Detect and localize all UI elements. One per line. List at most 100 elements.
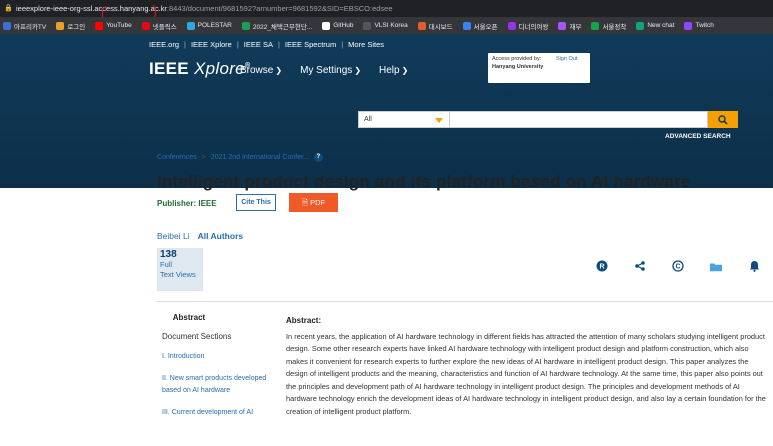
folder-icon[interactable] [710, 260, 722, 272]
abstract-heading: Abstract: [286, 316, 322, 325]
nav-help[interactable]: Help ❯ [379, 65, 408, 76]
bookmark-item[interactable]: 로그인 [56, 21, 85, 31]
bookmark-item[interactable]: New chat [636, 21, 675, 30]
bookmark-label: New chat [647, 22, 675, 29]
section-link-current-development[interactable]: III. Current development of AI [157, 407, 273, 419]
bookmarks-bar: 아프리카TV 로그인 YouTube 넷플릭스 POLESTAR 2022_채택근무현단.… [0, 17, 773, 34]
publisher-name: IEEE [198, 199, 217, 208]
topnav-separator: | [184, 40, 186, 49]
bookmark-item[interactable]: 디너의여왕 [507, 21, 549, 31]
topnav-separator: | [341, 40, 344, 49]
access-institution: Hanyang University [492, 64, 544, 70]
svg-text:R: R [599, 264, 604, 271]
author-link[interactable]: Beibei Li [157, 231, 190, 241]
bookmark-item[interactable]: Twitch [684, 21, 714, 30]
abstract-text: In recent years, the application of AI h… [286, 331, 766, 416]
help-icon[interactable]: ? [313, 153, 323, 162]
bookmark-label: 로그인 [67, 23, 86, 31]
topnav-link[interactable]: More Sites [348, 40, 384, 49]
twitch-icon [684, 21, 693, 30]
access-provided-box: Access provided by: Hanyang University S… [488, 53, 590, 83]
section-link-introduction[interactable]: I. Introduction [157, 351, 273, 363]
alert-bell-icon[interactable] [748, 260, 760, 272]
search-scope-select[interactable]: All [358, 111, 450, 128]
bookmark-label: Twitch [695, 22, 714, 29]
document-sections-nav: Abstract Document Sections I. Introducti… [157, 313, 273, 429]
topnav-link[interactable]: IEEE Xplore [191, 40, 232, 49]
netflix-icon [141, 21, 150, 30]
bookmark-item[interactable]: 서울오픈 [462, 21, 498, 31]
abstract-tab[interactable]: Abstract [157, 313, 221, 322]
seoul-icon [462, 21, 471, 30]
afreeca-icon [3, 21, 11, 30]
views-count: 138 [160, 249, 177, 260]
nav-my-settings[interactable]: My Settings ❯ [300, 65, 361, 76]
cite-this-button[interactable]: Cite This [236, 194, 276, 211]
breadcrumb-conference[interactable]: 2021 2nd International Confer... [211, 154, 309, 161]
jaebu-icon [558, 21, 567, 30]
url-host: ieeexplore-ieee-org-ssl.access.hanyang.a… [16, 4, 167, 13]
bookmark-label: VLSI Korea [374, 22, 408, 29]
copyright-icon[interactable]: C [672, 260, 684, 272]
section-divider [157, 301, 773, 302]
bookmark-item[interactable]: 넷플릭스 [141, 21, 177, 31]
nav-browse-label: Browse [240, 65, 274, 76]
topnav-link[interactable]: IEEE Spectrum [285, 40, 336, 49]
dashboard-icon [417, 21, 426, 30]
chevron-down-icon: ❯ [354, 66, 362, 75]
logo-xplore: Xplore [193, 59, 245, 78]
chevron-down-icon: ❯ [275, 66, 283, 75]
bookmark-label: 디너의여왕 [518, 23, 549, 31]
share-icon[interactable] [634, 260, 646, 272]
bookmark-label: 2022_채택근무현단... [252, 23, 313, 31]
bookmark-label: GitHub [333, 22, 354, 29]
ieee-xplore-logo[interactable]: IEEE Xplore® [149, 59, 250, 79]
page: 🔒 ieeexplore-ieee-org-ssl.access.hanyang… [0, 0, 773, 446]
abstract-panel: Abstract: In recent years, the applicati… [286, 315, 770, 418]
pdf-button[interactable]: 🗎 PDF [289, 193, 338, 212]
bookmark-item[interactable]: 서울정착 [591, 21, 626, 31]
polestar-icon [186, 21, 195, 30]
bookmark-item[interactable]: 아프리카TV [3, 21, 46, 31]
url-path: :8443/document/9681592?arnumber=9681592&… [166, 4, 393, 13]
bookmark-label: POLESTAR [197, 22, 232, 29]
browser-address-bar[interactable]: 🔒 ieeexplore-ieee-org-ssl.access.hanyang… [0, 0, 773, 17]
topnav-link[interactable]: IEEE.org [149, 40, 179, 49]
search-scope-value: All [364, 116, 372, 123]
publisher-label: Publisher: [157, 199, 197, 208]
lock-icon: 🔒 [4, 4, 13, 12]
nav-browse[interactable]: Browse ❯ [240, 65, 282, 76]
ieee-header: IEEE.org | IEEE Xplore | IEEE SA | IEEE Spectr… [0, 34, 773, 188]
bookmark-item[interactable]: 2022_채택근무현단... [241, 21, 313, 31]
topnav-link[interactable]: IEEE SA [244, 40, 273, 49]
bookmark-label: 아프리카TV [14, 23, 47, 31]
breadcrumb-conferences[interactable]: Conferences [157, 154, 197, 161]
section-link-new-smart-products[interactable]: II. New smart products developed based o… [157, 373, 273, 397]
bookmark-item[interactable]: GitHub [322, 21, 354, 30]
pdf-file-icon: 🗎 [301, 198, 308, 207]
bookmark-item[interactable]: YouTube [95, 21, 132, 30]
bookmark-label: 서울오픈 [473, 23, 498, 31]
advanced-search-link[interactable]: ADVANCED SEARCH [665, 133, 731, 140]
bookmark-label: 대시보드 [428, 23, 453, 31]
github-icon [322, 21, 331, 30]
all-authors-link[interactable]: All Authors [198, 231, 244, 241]
bookmark-item[interactable]: 재부 [558, 21, 581, 31]
rights-link-icon[interactable]: R [596, 260, 608, 272]
bookmark-item[interactable]: POLESTAR [186, 21, 232, 30]
bookmark-item[interactable]: VLSI Korea [363, 21, 408, 30]
sign-out-link[interactable]: Sign Out [556, 56, 577, 62]
search-bar: All [358, 111, 738, 128]
main-nav: Browse ❯ My Settings ❯ Help ❯ [240, 65, 408, 76]
bookmark-label: 재부 [569, 23, 582, 31]
bookmark-item[interactable]: 대시보드 [417, 21, 453, 31]
full-text-views-metric[interactable]: 138 Full Text Views [157, 248, 203, 291]
search-button[interactable] [708, 111, 738, 128]
gdocs-icon [241, 21, 250, 30]
dropdown-arrow-icon [435, 118, 443, 123]
chat-icon [636, 21, 645, 30]
search-icon [718, 114, 728, 125]
search-input[interactable] [450, 111, 708, 128]
chevron-down-icon: ❯ [401, 66, 409, 75]
topnav-separator: | [236, 40, 239, 49]
